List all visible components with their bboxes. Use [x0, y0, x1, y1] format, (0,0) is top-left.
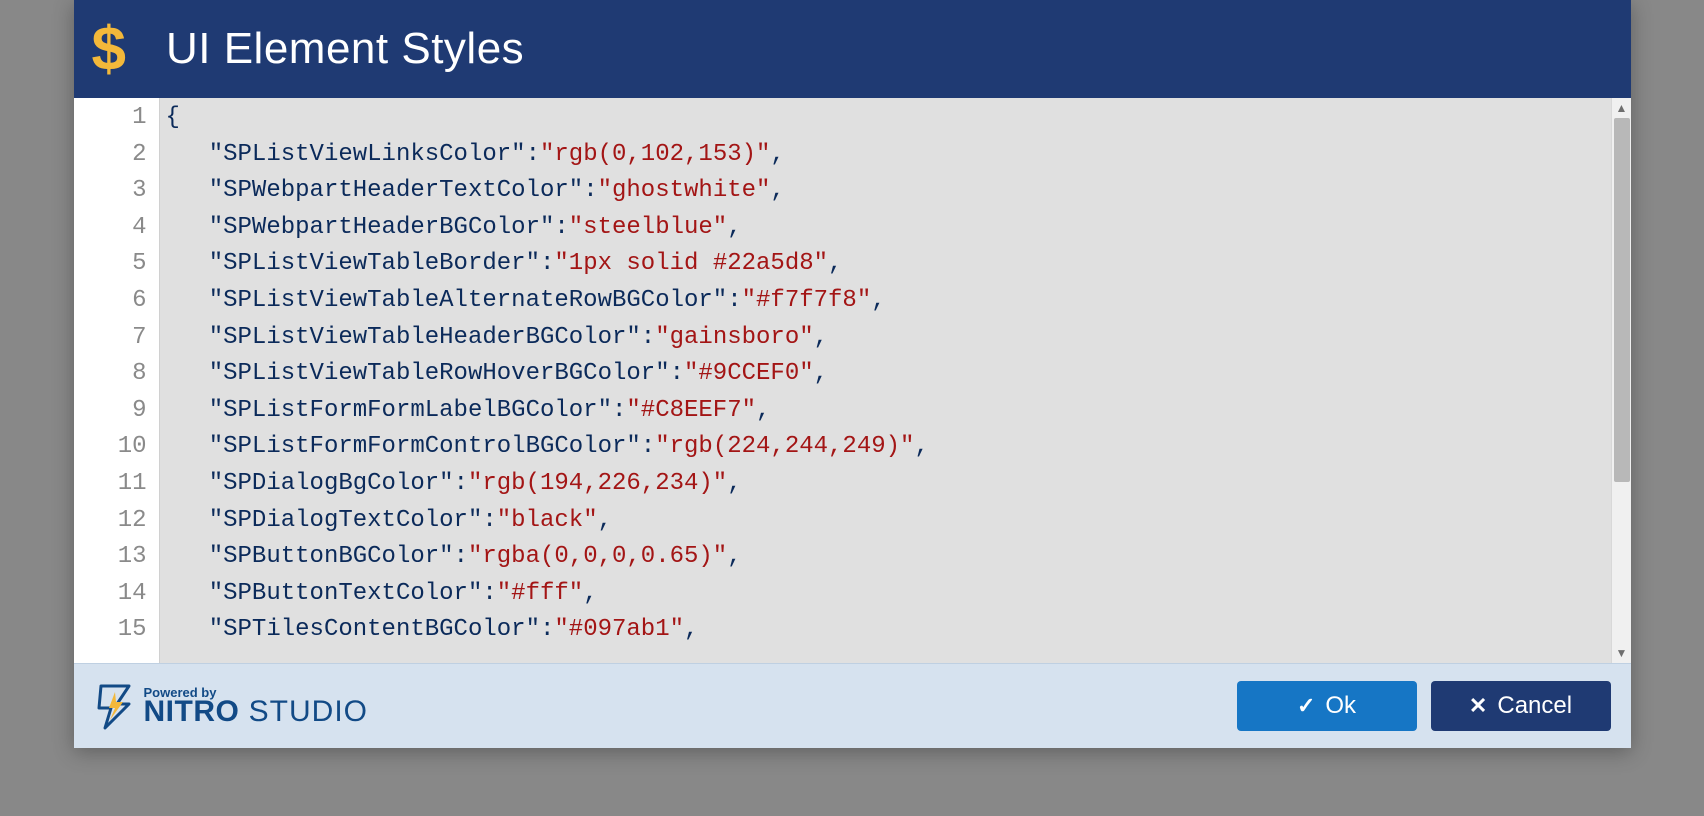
- line-number: 14: [74, 576, 159, 613]
- code-line: "SPListViewTableBorder":"1px solid #22a5…: [166, 246, 1631, 283]
- code-line: "SPTilesContentBGColor":"#097ab1",: [166, 612, 1631, 649]
- cancel-button[interactable]: ✕ Cancel: [1431, 681, 1611, 731]
- line-number: 7: [74, 320, 159, 357]
- line-number: 11: [74, 466, 159, 503]
- line-number: 13: [74, 539, 159, 576]
- code-line: "SPListViewLinksColor":"rgb(0,102,153)",: [166, 137, 1631, 174]
- ok-button[interactable]: ✓ Ok: [1237, 681, 1417, 731]
- line-number: 6: [74, 283, 159, 320]
- code-line: "SPListViewTableRowHoverBGColor":"#9CCEF…: [166, 356, 1631, 393]
- dollar-icon: $: [92, 14, 126, 85]
- dialog-title: UI Element Styles: [166, 24, 524, 74]
- brand-studio: STUDIO: [239, 695, 368, 728]
- dialog-body: 123456789101112131415 { "SPListViewLinks…: [74, 98, 1631, 663]
- code-line: "SPListViewTableAlternateRowBGColor":"#f…: [166, 283, 1631, 320]
- line-number: 3: [74, 173, 159, 210]
- line-number: 1: [74, 100, 159, 137]
- scroll-up-icon[interactable]: ▲: [1612, 98, 1631, 118]
- dialog-footer: Powered by NITRO STUDIO ✓ Ok ✕ Cancel: [74, 663, 1631, 748]
- code-line: "SPButtonBGColor":"rgba(0,0,0,0.65)",: [166, 539, 1631, 576]
- vertical-scrollbar[interactable]: ▲ ▼: [1611, 98, 1631, 663]
- close-icon: ✕: [1469, 693, 1487, 719]
- scroll-down-icon[interactable]: ▼: [1612, 643, 1631, 663]
- brand-logo: Powered by NITRO STUDIO: [94, 682, 369, 730]
- code-line: "SPDialogBgColor":"rgb(194,226,234)",: [166, 466, 1631, 503]
- line-number: 2: [74, 137, 159, 174]
- cancel-button-label: Cancel: [1497, 692, 1572, 720]
- line-number: 8: [74, 356, 159, 393]
- check-icon: ✓: [1297, 693, 1315, 719]
- line-number: 9: [74, 393, 159, 430]
- line-number-gutter: 123456789101112131415: [74, 98, 160, 663]
- code-line: "SPButtonTextColor":"#fff",: [166, 576, 1631, 613]
- code-editor[interactable]: { "SPListViewLinksColor":"rgb(0,102,153)…: [160, 98, 1631, 663]
- code-line: "SPListFormFormControlBGColor":"rgb(224,…: [166, 429, 1631, 466]
- code-line: "SPWebpartHeaderTextColor":"ghostwhite",: [166, 173, 1631, 210]
- line-number: 4: [74, 210, 159, 247]
- ok-button-label: Ok: [1325, 692, 1356, 720]
- code-line: "SPListViewTableHeaderBGColor":"gainsbor…: [166, 320, 1631, 357]
- dialog-header: $ UI Element Styles: [74, 0, 1631, 98]
- scroll-thumb[interactable]: [1614, 118, 1630, 482]
- code-line: {: [166, 100, 1631, 137]
- line-number: 15: [74, 612, 159, 649]
- line-number: 12: [74, 503, 159, 540]
- dialog: $ UI Element Styles 12345678910111213141…: [74, 0, 1631, 748]
- code-line: "SPListFormFormLabelBGColor":"#C8EEF7",: [166, 393, 1631, 430]
- line-number: 5: [74, 246, 159, 283]
- brand-nitro: NITRO: [144, 695, 240, 728]
- line-number: 10: [74, 429, 159, 466]
- code-line: "SPWebpartHeaderBGColor":"steelblue",: [166, 210, 1631, 247]
- nitro-bolt-icon: [94, 682, 136, 730]
- code-line: "SPDialogTextColor":"black",: [166, 503, 1631, 540]
